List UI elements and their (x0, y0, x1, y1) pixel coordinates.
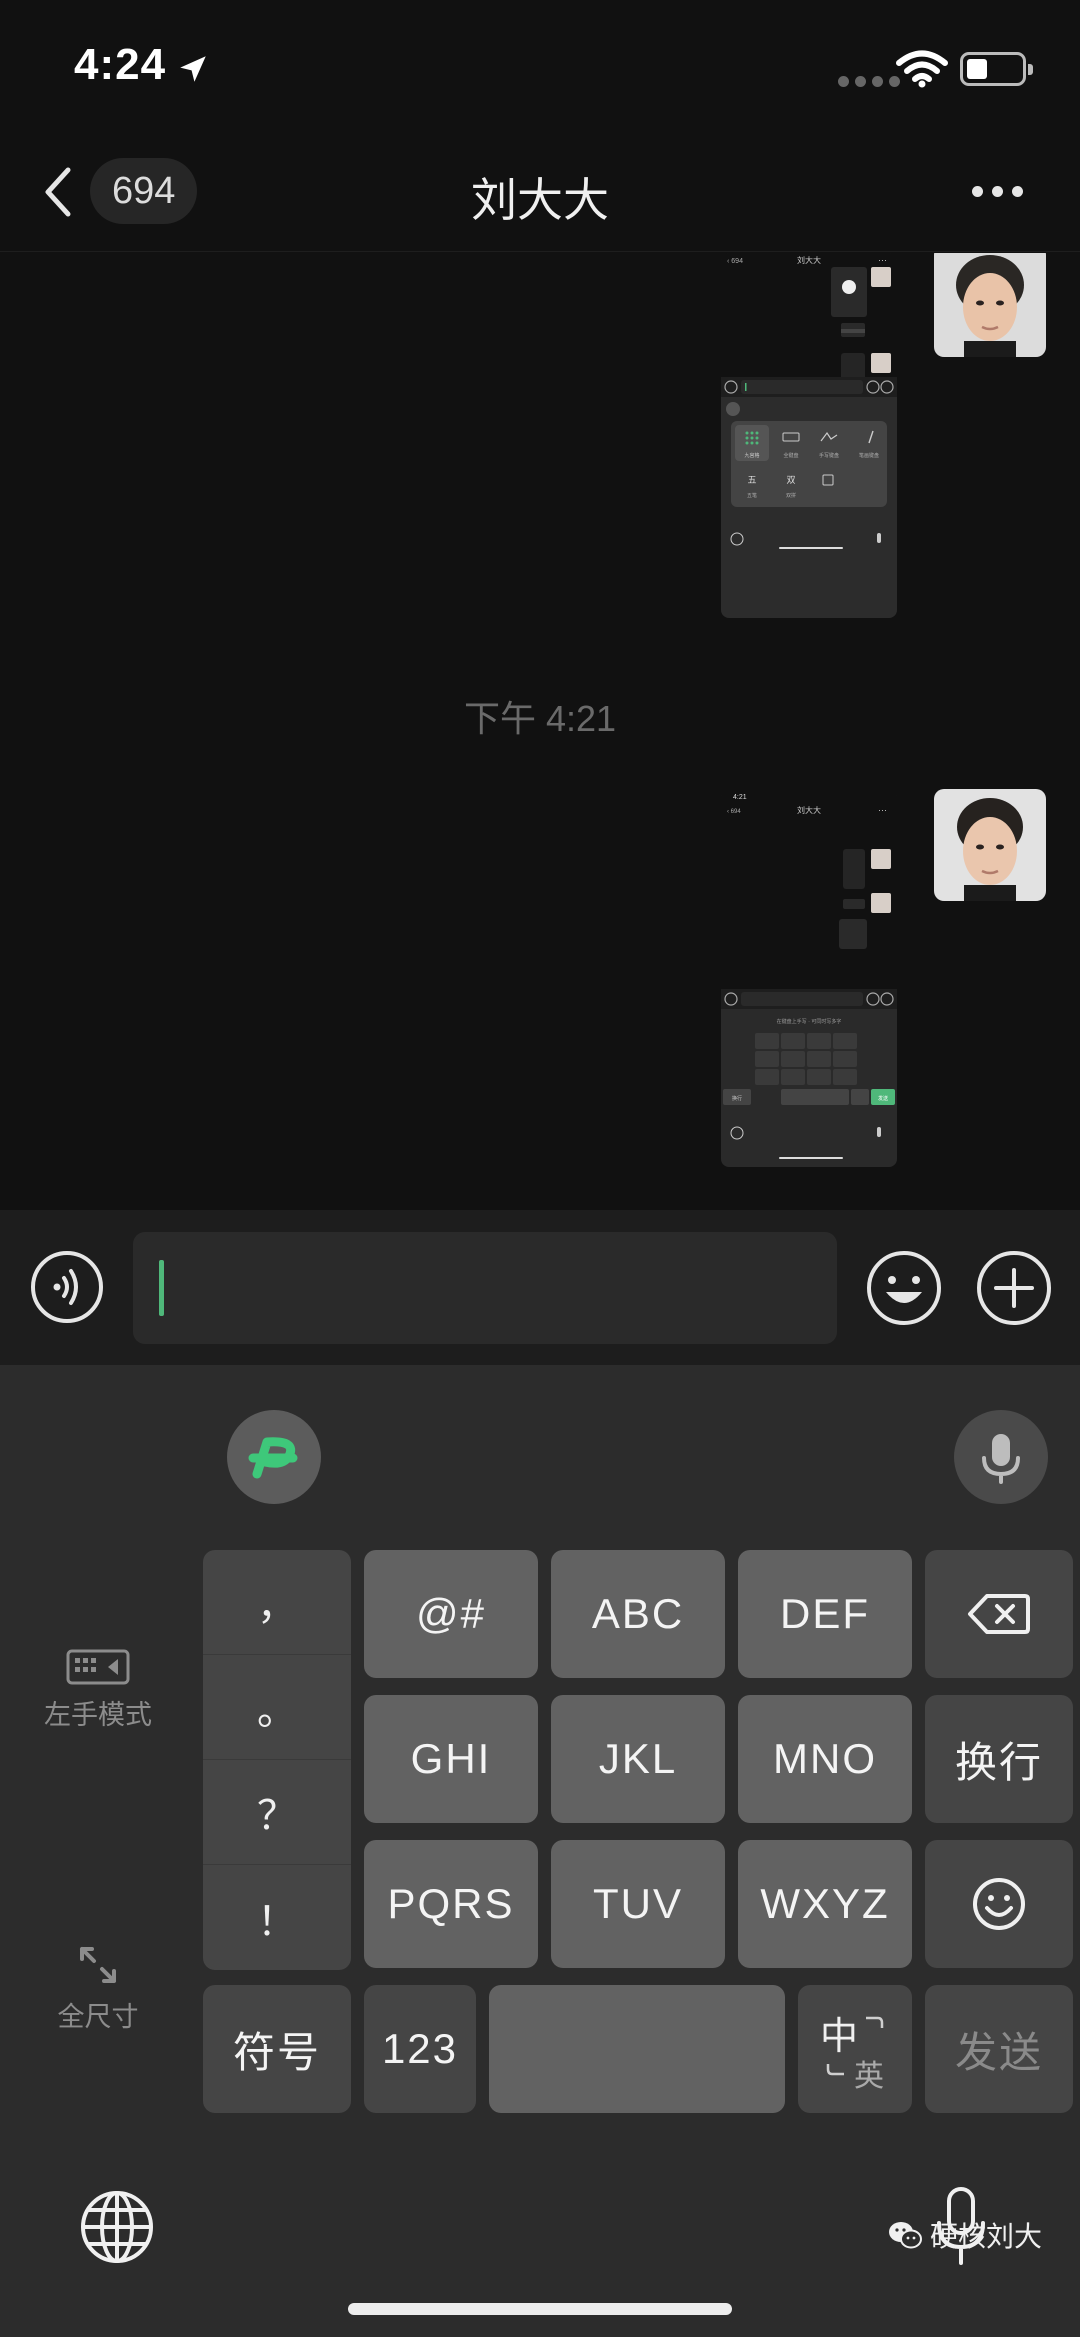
punctuation-column[interactable]: ， 。 ？ ！ (203, 1550, 351, 1970)
chat-header: 694 刘大大 (0, 130, 1080, 252)
keyboard-voice-button[interactable] (954, 1410, 1048, 1504)
chat-title: 刘大大 (471, 174, 609, 226)
numbers-key[interactable]: 123 (364, 1985, 476, 2113)
symbols-key[interactable]: 符号 (203, 1985, 351, 2113)
svg-text:···: ··· (878, 805, 887, 815)
key-mno[interactable]: MNO (738, 1695, 912, 1823)
wifi-icon (896, 50, 948, 88)
punct-period-key[interactable]: 。 (203, 1655, 351, 1760)
punct-comma-key[interactable]: ， (203, 1550, 351, 1655)
svg-text:···: ··· (878, 255, 887, 265)
svg-text:4:21: 4:21 (733, 794, 747, 801)
svg-text:笔画键盘: 笔画键盘 (859, 452, 879, 459)
left-hand-mode-label: 左手模式 (44, 1700, 152, 1730)
emoji-key[interactable] (925, 1840, 1073, 1968)
return-key[interactable]: 换行 (925, 1695, 1073, 1823)
svg-text:全键盘: 全键盘 (783, 452, 798, 459)
full-size-button[interactable]: 全尺寸 (28, 1943, 168, 2034)
ime-keyboard: 左手模式 全尺寸 ， 。 ？ ！ @# ABC DEF GHI JKL MNO … (0, 1365, 1080, 2337)
svg-text:在键盘上手写 · 可同时写多字: 在键盘上手写 · 可同时写多字 (777, 1018, 842, 1025)
svg-text:‹ 694: ‹ 694 (727, 258, 743, 265)
language-switch-key[interactable]: 中 英 (798, 1985, 912, 2113)
key-ghi[interactable]: GHI (364, 1695, 538, 1823)
key-tuv[interactable]: TUV (551, 1840, 725, 1968)
lang-en-label: 英 (854, 2060, 886, 2093)
send-key[interactable]: 发送 (925, 1985, 1073, 2113)
full-size-label: 全尺寸 (57, 2002, 139, 2032)
text-cursor (159, 1260, 164, 1316)
message-input[interactable] (133, 1232, 837, 1344)
left-hand-mode-button[interactable]: 左手模式 (28, 1647, 168, 1732)
watermark-text: 硬核刘大 (930, 2221, 1043, 2252)
svg-text:五笔: 五笔 (747, 492, 757, 499)
screenshot-message-image[interactable]: 4:21 ‹ 694 刘大大 ··· 在键盘上手写 · 可同时写多字 换行 发送 (721, 789, 897, 1167)
svg-text:双: 双 (786, 475, 795, 486)
svg-text:双拼: 双拼 (786, 492, 796, 499)
composer-bar (0, 1210, 1080, 1365)
svg-text:五: 五 (747, 476, 756, 486)
left-hand-keyboard-icon (66, 1649, 130, 1685)
svg-text:换行: 换行 (732, 1095, 742, 1102)
ime-logo-icon[interactable] (227, 1410, 321, 1504)
message-list[interactable]: ‹ 694 刘大大 ··· 九宫格 全键盘 手写键盘 笔画键盘 五 五笔 双 双… (0, 253, 1080, 1209)
home-indicator[interactable] (348, 2303, 732, 2315)
key-symbols-at[interactable]: @# (364, 1550, 538, 1678)
switch-arrow-icon (866, 2016, 884, 2028)
backspace-button[interactable] (925, 1550, 1073, 1678)
switch-arrow-icon (826, 2064, 844, 2076)
emoji-icon[interactable] (866, 1250, 942, 1326)
key-abc[interactable]: ABC (551, 1550, 725, 1678)
expand-arrows-icon (80, 1947, 116, 1983)
voice-input-toggle-icon[interactable] (30, 1250, 104, 1324)
add-attachment-icon[interactable] (976, 1250, 1052, 1326)
key-def[interactable]: DEF (738, 1550, 912, 1678)
more-options-button[interactable] (972, 186, 1023, 197)
key-pqrs[interactable]: PQRS (364, 1840, 538, 1968)
message-timestamp: 下午 4:21 (463, 698, 617, 739)
globe-icon[interactable] (80, 2190, 154, 2264)
smiley-icon (973, 1878, 1025, 1930)
svg-text:刘大大: 刘大大 (797, 805, 821, 815)
avatar[interactable] (934, 789, 1046, 901)
screenshot-message-image[interactable]: ‹ 694 刘大大 ··· 九宫格 全键盘 手写键盘 笔画键盘 五 五笔 双 双… (721, 253, 897, 618)
backspace-icon (968, 1594, 1030, 1634)
wechat-logo-icon (889, 2222, 922, 2249)
key-jkl[interactable]: JKL (551, 1695, 725, 1823)
space-key[interactable] (489, 1985, 785, 2113)
battery-icon (960, 52, 1033, 86)
watermark: 硬核刘大 (888, 2215, 1042, 2255)
svg-text:‹ 694: ‹ 694 (727, 809, 741, 815)
punct-question-key[interactable]: ？ (203, 1760, 351, 1865)
punct-exclamation-key[interactable]: ！ (203, 1865, 351, 1970)
svg-text:刘大大: 刘大大 (797, 255, 821, 265)
cellular-signal-icon (838, 76, 900, 87)
svg-text:手写键盘: 手写键盘 (819, 452, 839, 459)
svg-text:九宫格: 九宫格 (744, 452, 759, 459)
svg-text:发送: 发送 (878, 1095, 888, 1102)
status-bar: 4:24 (0, 0, 1080, 130)
avatar[interactable] (934, 253, 1046, 357)
location-arrow-icon (180, 56, 206, 82)
status-time: 4:24 (74, 40, 167, 89)
key-wxyz[interactable]: WXYZ (738, 1840, 912, 1968)
